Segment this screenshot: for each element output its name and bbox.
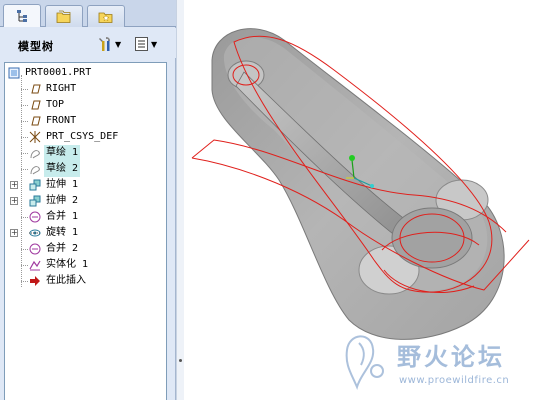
model-tree-list: PRT0001.PRT RIGHT TOP FRONT PRT_CSYS_DEF 草绘 1… bbox=[5, 65, 166, 289]
tree-item-label: 草绘 2 bbox=[44, 161, 81, 177]
graphics-window[interactable]: 野火论坛 www.proewildfire.cn bbox=[184, 0, 550, 400]
model-tree: PRT0001.PRT RIGHT TOP FRONT PRT_CSYS_DEF 草绘 1… bbox=[4, 62, 167, 400]
tree-item-label: 旋转 1 bbox=[46, 227, 79, 238]
tree-item[interactable]: PRT0001.PRT bbox=[5, 65, 166, 81]
csys-icon bbox=[29, 131, 41, 143]
tree-item[interactable]: 草绘 2 bbox=[5, 161, 166, 177]
tree-item[interactable]: 在此插入 bbox=[5, 273, 166, 289]
tab-folder-browser[interactable] bbox=[45, 5, 83, 27]
tree-item[interactable]: TOP bbox=[5, 97, 166, 113]
datum-plane-icon bbox=[29, 83, 41, 95]
tree-settings-button[interactable]: ▼ bbox=[96, 35, 121, 53]
tree-item-label: FRONT bbox=[46, 115, 77, 126]
solidify-icon bbox=[29, 259, 41, 271]
tree-item[interactable]: + 旋转 1 bbox=[5, 225, 166, 241]
model-tree-panel: 模型树 ▼ ▼ PRT0001.PRT RIGHT TOP FRONT PRT_CSYS… bbox=[0, 0, 176, 400]
tree-connector bbox=[21, 249, 28, 250]
tree-item-label: 拉伸 2 bbox=[46, 195, 79, 206]
expand-toggle[interactable]: + bbox=[10, 181, 18, 189]
tree-item[interactable]: 合并 1 bbox=[5, 209, 166, 225]
revolve-icon bbox=[29, 227, 41, 239]
expand-toggle[interactable]: + bbox=[10, 229, 18, 237]
tab-model-tree[interactable] bbox=[3, 4, 41, 27]
watermark-title: 野火论坛 bbox=[397, 343, 505, 371]
tree-item-label: 实体化 1 bbox=[46, 259, 89, 270]
tree-item[interactable]: + 拉伸 1 bbox=[5, 177, 166, 193]
forum-watermark: 野火论坛 www.proewildfire.cn bbox=[337, 325, 550, 400]
tree-item[interactable]: + 拉伸 2 bbox=[5, 193, 166, 209]
tree-show-button[interactable]: ▼ bbox=[134, 35, 157, 53]
tree-item-label: 合并 2 bbox=[46, 243, 79, 254]
tab-favorites[interactable] bbox=[87, 5, 125, 27]
tree-connector bbox=[21, 153, 28, 154]
datum-plane-icon bbox=[29, 115, 41, 127]
sketch-icon bbox=[29, 163, 41, 175]
tree-item[interactable]: RIGHT bbox=[5, 81, 166, 97]
tree-item-label: TOP bbox=[46, 99, 65, 110]
boss-lower-center bbox=[391, 207, 473, 269]
tree-connector bbox=[21, 121, 28, 122]
tree-item-label: PRT_CSYS_DEF bbox=[46, 131, 119, 142]
expand-toggle[interactable]: + bbox=[10, 197, 18, 205]
model-tree-header: 模型树 ▼ ▼ bbox=[0, 28, 176, 58]
tree-connector bbox=[21, 137, 28, 138]
tree-connector bbox=[21, 265, 28, 266]
favorites-icon bbox=[98, 12, 113, 23]
panel-sash[interactable] bbox=[176, 0, 184, 400]
merge-icon bbox=[29, 243, 41, 255]
watermark-url: www.proewildfire.cn bbox=[399, 375, 510, 386]
tree-item-label: 在此插入 bbox=[46, 275, 86, 286]
tree-item-label: RIGHT bbox=[46, 83, 77, 94]
part-icon bbox=[8, 67, 20, 79]
extrude-icon bbox=[29, 195, 41, 207]
tree-item-label: 草绘 1 bbox=[44, 145, 81, 161]
tree-item[interactable]: 合并 2 bbox=[5, 241, 166, 257]
extrude-icon bbox=[29, 179, 41, 191]
datum-plane-icon bbox=[29, 99, 41, 111]
show-list-icon bbox=[135, 37, 148, 51]
model-tree-icon bbox=[17, 10, 27, 22]
folder-icon bbox=[56, 10, 71, 23]
tree-connector bbox=[21, 169, 28, 170]
sketch-icon bbox=[29, 147, 41, 159]
tree-connector bbox=[21, 89, 28, 90]
tree-item-label: 合并 1 bbox=[46, 211, 79, 222]
tree-item[interactable]: PRT_CSYS_DEF bbox=[5, 129, 166, 145]
tree-item[interactable]: 实体化 1 bbox=[5, 257, 166, 273]
insert-here-arrow-icon bbox=[29, 275, 41, 287]
tree-connector bbox=[21, 281, 28, 282]
sash-grip bbox=[179, 359, 182, 362]
tools-icon bbox=[99, 37, 110, 51]
tree-item-label: PRT0001.PRT bbox=[25, 67, 92, 78]
merge-icon bbox=[29, 211, 41, 223]
tree-connector bbox=[21, 217, 28, 218]
model-tree-title: 模型树 bbox=[18, 40, 54, 53]
navigator-tabbar bbox=[0, 0, 176, 27]
tree-item[interactable]: FRONT bbox=[5, 113, 166, 129]
tree-item[interactable]: 草绘 1 bbox=[5, 145, 166, 161]
tree-item-label: 拉伸 1 bbox=[46, 179, 79, 190]
tree-connector bbox=[21, 105, 28, 106]
